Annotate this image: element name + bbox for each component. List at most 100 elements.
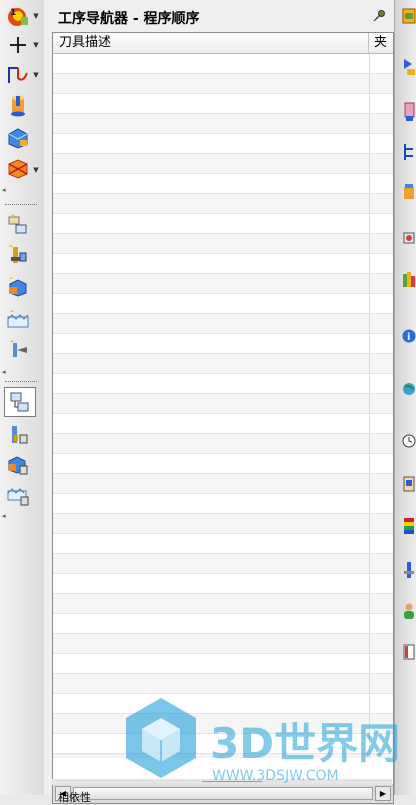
process-studio-tab[interactable] <box>400 556 416 584</box>
navigator-table[interactable]: 刀具描述 夹 ◀ ▶ <box>52 32 394 804</box>
geometry-order-icon <box>8 456 28 475</box>
web-browser-tab[interactable] <box>400 375 416 403</box>
assembly-navigator-tab[interactable] <box>400 2 416 30</box>
table-row[interactable] <box>53 614 393 634</box>
table-row[interactable] <box>53 574 393 594</box>
machine-tool-view-button[interactable] <box>4 243 32 267</box>
panel-header: 工序导航器 - 程序顺序 <box>44 0 394 32</box>
palette-icon <box>403 518 414 534</box>
part-icon <box>404 102 414 121</box>
geometry-view-icon <box>9 277 27 297</box>
toolpath-button[interactable] <box>4 63 32 87</box>
plus-icon <box>10 37 26 53</box>
chevron-down-icon[interactable]: ▼ <box>32 11 40 21</box>
add-button[interactable] <box>4 33 32 57</box>
table-row[interactable] <box>53 354 393 374</box>
expand-arrow-icon[interactable]: ◂ <box>2 368 6 376</box>
table-row[interactable] <box>53 174 393 194</box>
expand-arrow-icon[interactable]: ◂ <box>2 512 6 520</box>
scrollbar-thumb[interactable] <box>73 787 373 800</box>
table-row[interactable] <box>53 514 393 534</box>
user-icon <box>403 603 414 619</box>
table-row[interactable] <box>53 254 393 274</box>
table-body[interactable] <box>53 54 393 758</box>
table-row[interactable] <box>53 654 393 674</box>
table-row[interactable] <box>53 474 393 494</box>
method-view-button[interactable] <box>4 307 32 331</box>
table-row[interactable] <box>53 294 393 314</box>
operation-icon <box>10 340 27 357</box>
dependencies-label: 相依性 <box>58 791 91 804</box>
hd3d-tools-tab[interactable] <box>400 266 416 294</box>
workpiece-button[interactable] <box>4 126 32 150</box>
table-row[interactable] <box>53 194 393 214</box>
geometry-view-button[interactable] <box>4 275 32 299</box>
table-row[interactable] <box>53 434 393 454</box>
part-navigator-tab[interactable] <box>400 97 416 125</box>
visualization-tab[interactable] <box>400 638 416 666</box>
table-row[interactable] <box>53 74 393 94</box>
info-icon: i <box>402 329 415 343</box>
toolbar-grip[interactable] <box>5 204 37 207</box>
column-header-tool-description[interactable]: 刀具描述 <box>53 33 369 53</box>
create-program-button[interactable]: 1 <box>4 4 32 28</box>
operation-navigator-tab[interactable] <box>400 138 416 166</box>
scroll-right-icon[interactable]: ▶ <box>375 786 391 801</box>
pin-icon[interactable] <box>372 9 386 23</box>
table-row[interactable] <box>53 94 393 114</box>
history-tab[interactable] <box>400 427 416 455</box>
library-icon <box>403 232 414 244</box>
chevron-down-icon[interactable]: ▼ <box>32 40 40 50</box>
table-row[interactable] <box>53 314 393 334</box>
left-toolbar: 1 ▼ ▼ ▼ ▼ ◂ ◂ ◂ <box>0 0 45 795</box>
reuse-library-tab[interactable] <box>400 224 416 252</box>
program-order-view-button[interactable] <box>4 387 36 417</box>
table-row[interactable] <box>53 454 393 474</box>
info-tab[interactable]: i <box>400 322 416 350</box>
table-row[interactable] <box>53 714 393 734</box>
machine-tool-order-button[interactable] <box>4 423 32 447</box>
table-row[interactable] <box>53 394 393 414</box>
geometry-button[interactable] <box>4 157 32 181</box>
table-row[interactable] <box>53 674 393 694</box>
chevron-down-icon[interactable]: ▼ <box>32 70 40 80</box>
method-icon <box>7 310 29 328</box>
system-materials-tab[interactable] <box>400 470 416 498</box>
program-view-button[interactable] <box>4 213 32 237</box>
method-order-button[interactable] <box>4 483 32 507</box>
table-row[interactable] <box>53 494 393 514</box>
table-row[interactable] <box>53 234 393 254</box>
cylinder-button[interactable] <box>4 94 32 118</box>
table-row[interactable] <box>53 334 393 354</box>
chevron-down-icon[interactable]: ▼ <box>32 165 40 175</box>
table-row[interactable] <box>53 594 393 614</box>
table-row[interactable] <box>53 414 393 434</box>
table-row[interactable] <box>53 54 393 74</box>
geometry-icon <box>8 159 28 179</box>
table-row[interactable] <box>53 534 393 554</box>
svg-text:1: 1 <box>10 8 16 18</box>
table-row[interactable] <box>53 114 393 134</box>
roles-tab[interactable] <box>400 597 416 625</box>
table-row[interactable] <box>53 554 393 574</box>
table-row[interactable] <box>53 214 393 234</box>
toolbar-grip[interactable] <box>5 381 37 384</box>
table-row[interactable] <box>53 754 393 758</box>
table-row[interactable] <box>53 374 393 394</box>
operation-button[interactable] <box>4 337 32 361</box>
expand-arrow-icon[interactable]: ◂ <box>2 186 6 194</box>
table-row[interactable] <box>53 694 393 714</box>
machine-navigator-tab[interactable] <box>400 178 416 206</box>
geometry-order-button[interactable] <box>4 453 32 477</box>
table-row[interactable] <box>53 274 393 294</box>
panel-splitter[interactable] <box>52 779 392 785</box>
table-row[interactable] <box>53 734 393 754</box>
table-row[interactable] <box>53 634 393 654</box>
machine-tool-icon <box>9 245 27 263</box>
constraint-navigator-tab[interactable] <box>400 52 416 80</box>
column-header-clamp[interactable]: 夹 <box>369 33 393 53</box>
table-row[interactable] <box>53 134 393 154</box>
table-row[interactable] <box>53 154 393 174</box>
horizontal-scrollbar[interactable]: ◀ ▶ <box>53 784 393 803</box>
palette-tab[interactable] <box>400 512 416 540</box>
